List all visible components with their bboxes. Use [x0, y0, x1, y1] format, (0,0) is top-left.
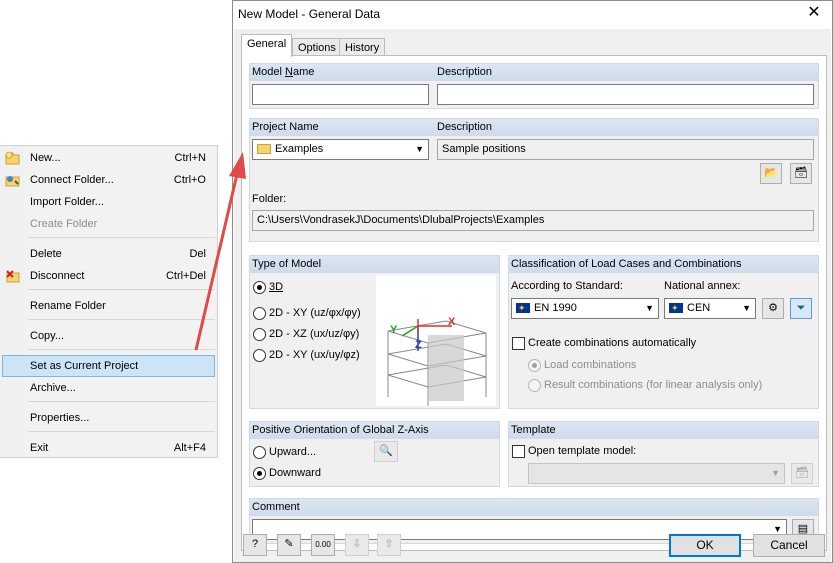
model-preview-image: X Y Z [376, 275, 496, 406]
template-browse-button[interactable]: 🗃 [791, 463, 813, 484]
radio-2d-xy-ux[interactable] [253, 349, 266, 362]
units-icon: 0.00 [315, 540, 331, 549]
project-description-field: Sample positions [437, 139, 814, 160]
menu-item-archive[interactable]: Archive... [2, 378, 215, 398]
import-button[interactable]: ⇩ [345, 534, 369, 556]
eu-flag-icon [669, 299, 683, 318]
classification-title: Classification of Load Cases and Combina… [509, 256, 818, 273]
menu-item-set-as-current-project[interactable]: Set as Current Project [2, 355, 215, 377]
radio-result-combinations[interactable] [528, 379, 541, 392]
folder-path-field: C:\Users\VondrasekJ\Documents\DlubalProj… [252, 210, 814, 231]
menu-separator [28, 401, 215, 402]
menu-separator [28, 319, 215, 320]
orientation-preview-button[interactable]: 🔍 [374, 441, 398, 462]
type-of-model-title: Type of Model [250, 256, 499, 273]
project-manager-button[interactable]: 🗃 [790, 163, 812, 184]
chevron-down-icon: ▼ [415, 144, 424, 154]
close-icon[interactable]: ✕ [804, 3, 824, 23]
model-description-label: Description [437, 66, 493, 78]
menu-separator [28, 431, 215, 432]
comment-title: Comment [250, 499, 818, 516]
radio-3d[interactable] [253, 281, 266, 294]
tab-history[interactable]: History [339, 38, 386, 56]
chevron-down-icon: ▼ [771, 468, 780, 478]
new-project-button[interactable]: 📂 [760, 163, 782, 184]
filter-icon: ⏷ [796, 302, 806, 314]
radio-upward[interactable] [253, 446, 266, 459]
edit-icon: ✎ [284, 538, 294, 550]
menu-item-delete[interactable]: Delete Del [2, 244, 215, 264]
filter-button[interactable]: ⏷ [790, 298, 812, 319]
general-tab-panel: Model Name Description Project Name Desc… [241, 55, 827, 551]
tab-general[interactable]: General [241, 34, 293, 57]
folder-label: Folder: [252, 193, 287, 205]
project-group: Project Name Description Examples ▼ Samp… [249, 118, 819, 242]
new-model-dialog: New Model - General Data ✕ General Optio… [232, 0, 833, 563]
export-icon: ⇧ [384, 538, 394, 550]
context-menu: New... Ctrl+N Connect Folder... Ctrl+O I… [0, 145, 218, 458]
chevron-down-icon: ▼ [742, 303, 751, 313]
model-description-input[interactable] [437, 84, 814, 105]
menu-item-properties[interactable]: Properties... [2, 408, 215, 428]
radio-load-combinations[interactable] [528, 359, 541, 372]
settings-icon: ⚙ [768, 302, 778, 314]
project-name-label: Project Name [252, 121, 319, 133]
template-select[interactable]: ▼ [528, 463, 785, 484]
annex-label: National annex: [664, 280, 741, 292]
menu-item-connect-folder[interactable]: Connect Folder... Ctrl+O [2, 170, 215, 190]
standard-select[interactable]: EN 1990 ▼ [511, 298, 659, 319]
ok-button[interactable]: OK [669, 534, 741, 557]
template-group: Template Open template model: ▼ 🗃 [508, 421, 819, 487]
open-template-checkbox[interactable] [512, 445, 525, 458]
project-name-select[interactable]: Examples ▼ [252, 139, 429, 160]
menu-separator [28, 237, 215, 238]
new-folder-icon [4, 151, 21, 165]
project-description-label: Description [437, 121, 493, 133]
help-button[interactable]: ? [243, 534, 267, 556]
orientation-group: Positive Orientation of Global Z-Axis Up… [249, 421, 500, 487]
model-name-group: Model Name Description [249, 63, 819, 109]
edit-button[interactable]: ✎ [277, 534, 301, 556]
menu-item-new[interactable]: New... Ctrl+N [2, 148, 215, 168]
magnifier-icon: 🔍 [379, 445, 393, 457]
orientation-title: Positive Orientation of Global Z-Axis [250, 422, 499, 439]
dialog-title: New Model - General Data [238, 7, 381, 21]
export-button[interactable]: ⇧ [377, 534, 401, 556]
eu-flag-icon [516, 299, 530, 318]
connect-folder-icon [5, 173, 21, 187]
standard-label: According to Standard: [511, 280, 623, 292]
structure-icon [387, 319, 487, 406]
radio-2d-xy-uz[interactable] [253, 307, 266, 320]
disconnect-icon [5, 269, 21, 283]
menu-item-import-folder[interactable]: Import Folder... [2, 192, 215, 212]
template-title: Template [509, 422, 818, 439]
units-button[interactable]: 0.00 [311, 534, 335, 556]
menu-item-copy[interactable]: Copy... [2, 326, 215, 346]
help-icon: ? [251, 538, 259, 550]
dialog-body: General Options History Model Name Descr… [234, 29, 831, 562]
create-combinations-checkbox[interactable] [512, 337, 525, 350]
annex-select[interactable]: CEN ▼ [664, 298, 756, 319]
radio-downward[interactable] [253, 467, 266, 480]
annex-settings-button[interactable]: ⚙ [762, 298, 784, 319]
menu-item-create-folder[interactable]: Create Folder [2, 214, 215, 234]
menu-item-exit[interactable]: Exit Alt+F4 [2, 438, 215, 458]
menu-item-disconnect[interactable]: Disconnect Ctrl+Del [2, 266, 215, 286]
classification-group: Classification of Load Cases and Combina… [508, 255, 819, 409]
cancel-button[interactable]: Cancel [753, 534, 825, 557]
type-of-model-group: Type of Model 3D 2D - XY (uz/φx/φy) 2D -… [249, 255, 500, 409]
model-name-input[interactable] [252, 84, 429, 105]
menu-separator [28, 349, 215, 350]
browse-icon: 🗃 [795, 467, 809, 479]
new-folder-icon: 📂 [764, 167, 778, 179]
tab-options[interactable]: Options [292, 38, 342, 56]
import-icon: ⇩ [352, 538, 362, 550]
menu-item-rename-folder[interactable]: Rename Folder [2, 296, 215, 316]
chevron-down-icon: ▼ [645, 303, 654, 313]
model-name-label: Model Name [252, 66, 315, 78]
folder-icon [257, 144, 271, 154]
project-manager-icon: 🗃 [794, 167, 808, 179]
menu-separator [28, 289, 215, 290]
radio-2d-xz[interactable] [253, 328, 266, 341]
